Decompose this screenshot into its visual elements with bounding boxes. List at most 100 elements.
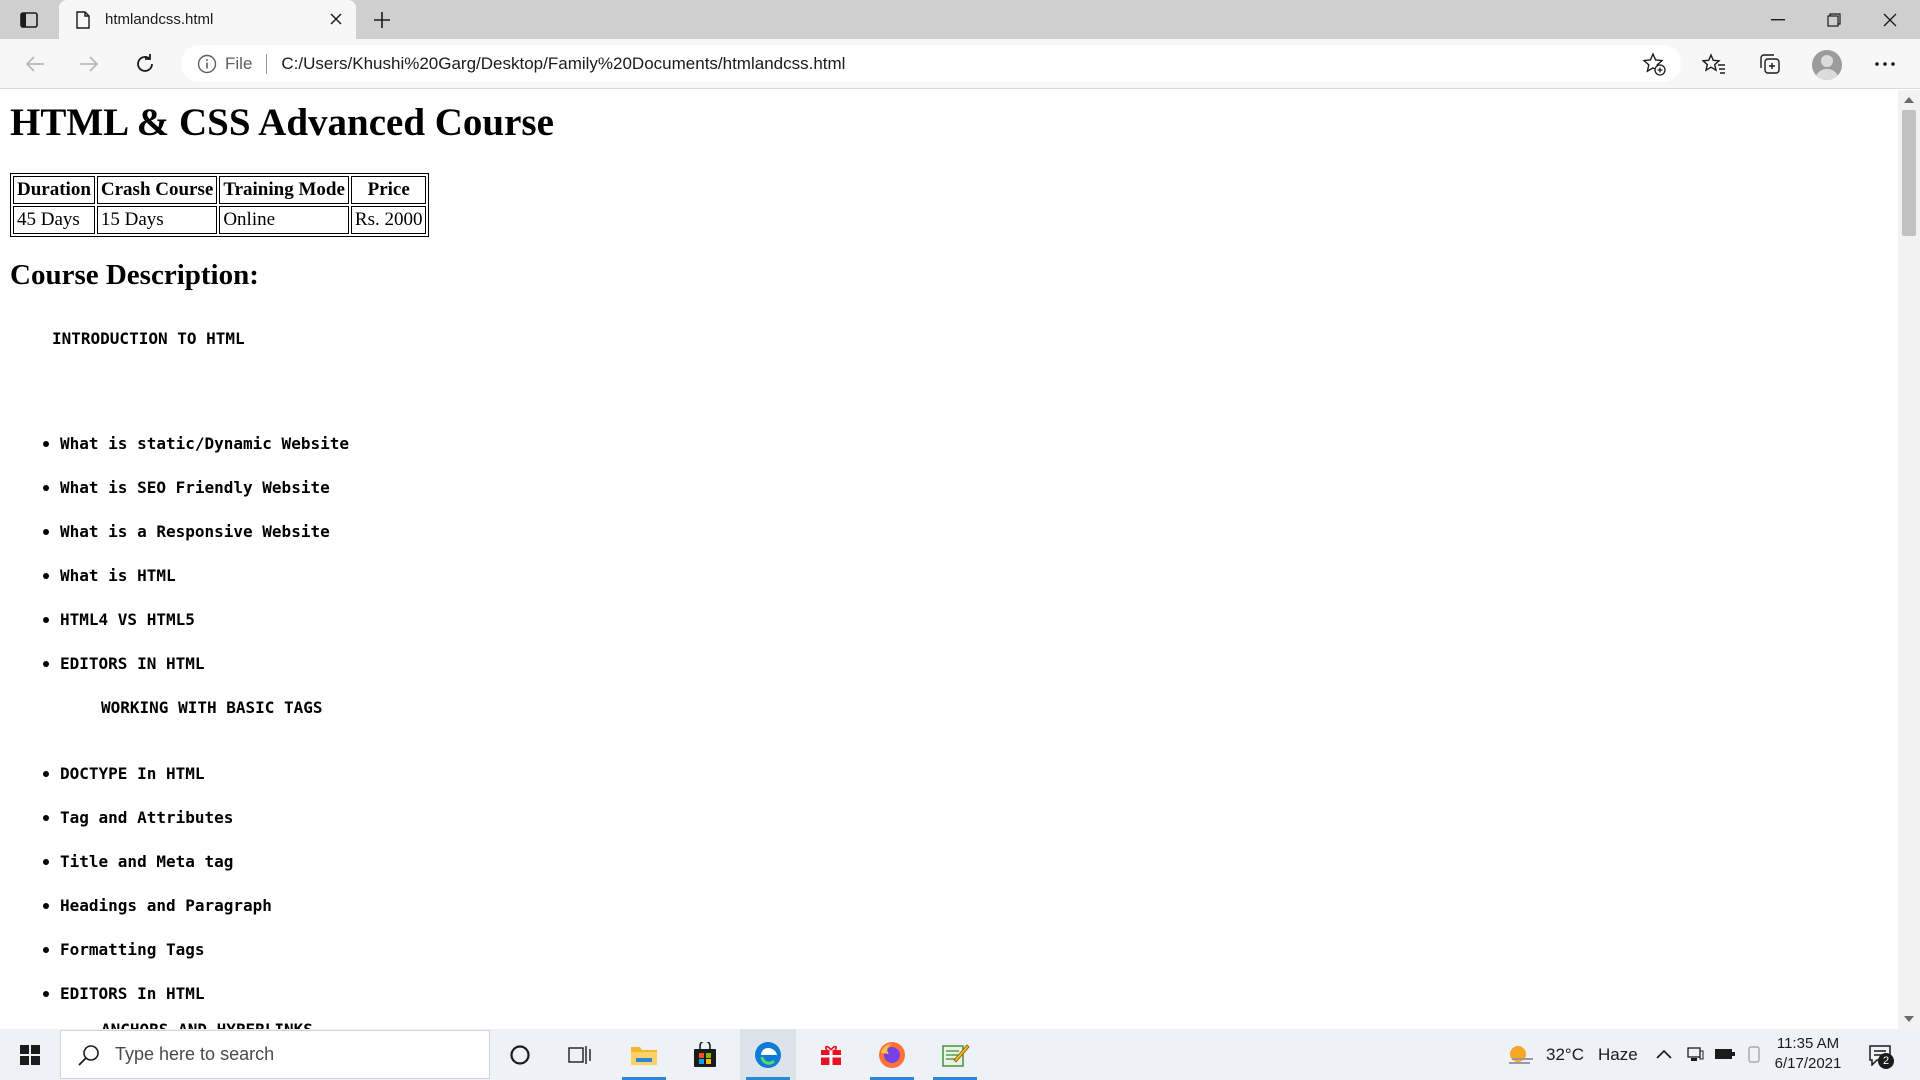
taskbar-app-file-explorer[interactable] xyxy=(616,1029,672,1080)
list-item: Title and Meta tag xyxy=(43,852,272,896)
tab-actions-icon[interactable] xyxy=(14,8,44,32)
list-item: What is SEO Friendly Website xyxy=(43,478,349,522)
collections-button[interactable] xyxy=(1753,48,1787,80)
topic-list-basic-tags: DOCTYPE In HTML Tag and Attributes Title… xyxy=(43,764,272,1028)
list-item: HTML4 VS HTML5 xyxy=(43,610,349,654)
table-row: 45 Days 15 Days Online Rs. 2000 xyxy=(13,206,427,234)
list-item: What is a Responsive Website xyxy=(43,522,349,566)
table-header-row: Duration Crash Course Training Mode Pric… xyxy=(13,176,427,204)
tab-strip: htmlandcss.html xyxy=(0,0,1920,39)
list-item: What is HTML xyxy=(43,566,349,610)
volume-icon[interactable] xyxy=(1741,1041,1767,1067)
cortana-icon xyxy=(510,1044,530,1065)
table-header-price: Price xyxy=(350,176,427,204)
search-placeholder: Type here to search xyxy=(115,1044,275,1064)
network-icon[interactable] xyxy=(1682,1041,1708,1067)
info-icon[interactable] xyxy=(197,54,217,74)
forward-button[interactable] xyxy=(72,48,106,80)
minimize-button[interactable] xyxy=(1750,0,1806,39)
windows-logo-icon xyxy=(20,1044,40,1065)
table-header-crash-course: Crash Course xyxy=(96,176,218,204)
address-bar[interactable]: File C:/Users/Khushi%20Garg/Desktop/Fami… xyxy=(181,45,1681,82)
star-plus-icon[interactable] xyxy=(1641,51,1667,77)
section-label: ANCHORS AND HYPERLINKS xyxy=(101,1020,313,1029)
scroll-up-arrow-icon[interactable] xyxy=(1898,92,1920,108)
collections-icon xyxy=(1760,54,1780,74)
tab-title: htmlandcss.html xyxy=(105,11,214,28)
profile-icon[interactable] xyxy=(1812,50,1842,80)
firefox-icon xyxy=(879,1041,905,1068)
clock-time: 11:35 AM xyxy=(1776,1035,1840,1052)
table-cell-crash-course: 15 Days xyxy=(96,206,218,234)
scroll-down-arrow-icon[interactable] xyxy=(1898,1011,1920,1027)
favorites-icon xyxy=(1702,53,1725,74)
search-icon xyxy=(77,1043,101,1067)
address-url[interactable]: C:/Users/Khushi%20Garg/Desktop/Family%20… xyxy=(281,54,845,74)
refresh-icon xyxy=(137,54,153,72)
page-title: HTML & CSS Advanced Course xyxy=(10,101,554,144)
plus-icon xyxy=(374,12,390,28)
table-cell-price: Rs. 2000 xyxy=(350,206,427,234)
list-item: Headings and Paragraph xyxy=(43,896,272,940)
weather-widget[interactable]: 32°C Haze xyxy=(1506,1029,1638,1080)
taskbar-app-gift[interactable] xyxy=(803,1029,859,1080)
taskbar-app-firefox[interactable] xyxy=(864,1029,920,1080)
address-scheme: File xyxy=(225,53,253,73)
notification-button[interactable]: 2 xyxy=(1864,1039,1896,1071)
address-separator xyxy=(266,53,268,74)
close-icon[interactable] xyxy=(326,9,346,29)
course-description-heading: Course Description: xyxy=(10,259,259,291)
taskbar-search-box[interactable]: Type here to search xyxy=(60,1030,490,1079)
list-item: What is static/Dynamic Website xyxy=(43,434,349,478)
clock-date: 6/17/2021 xyxy=(1774,1055,1842,1072)
battery-icon[interactable] xyxy=(1712,1041,1738,1067)
task-view-icon xyxy=(568,1045,591,1064)
file-explorer-icon xyxy=(631,1046,657,1065)
restore-icon xyxy=(1827,12,1841,27)
table-header-duration: Duration xyxy=(13,176,95,204)
cortana-button[interactable] xyxy=(492,1029,548,1080)
minimize-icon xyxy=(1771,18,1785,20)
store-icon xyxy=(694,1041,716,1067)
scroll-thumb[interactable] xyxy=(1902,110,1916,236)
list-item: EDITORS IN HTML xyxy=(43,654,349,698)
table-cell-duration: 45 Days xyxy=(13,206,95,234)
edge-icon xyxy=(755,1041,781,1068)
section-label: WORKING WITH BASIC TAGS xyxy=(101,698,323,717)
taskbar-app-store[interactable] xyxy=(677,1029,733,1080)
back-button[interactable] xyxy=(18,48,52,80)
weather-icon xyxy=(1509,1045,1533,1064)
browser-toolbar: File C:/Users/Khushi%20Garg/Desktop/Fami… xyxy=(0,39,1920,89)
close-window-button[interactable] xyxy=(1862,0,1918,39)
table-header-training-mode: Training Mode xyxy=(219,176,349,204)
new-tab-button[interactable] xyxy=(368,6,396,34)
notepad-icon xyxy=(942,1043,970,1067)
list-item: Tag and Attributes xyxy=(43,808,272,852)
notification-count-badge: 2 xyxy=(1878,1053,1894,1069)
taskbar-app-edge[interactable] xyxy=(740,1029,796,1080)
taskbar-app-notepad[interactable] xyxy=(927,1029,983,1080)
start-button[interactable] xyxy=(0,1029,60,1080)
refresh-button[interactable] xyxy=(128,48,162,80)
list-item: DOCTYPE In HTML xyxy=(43,764,272,808)
more-button[interactable] xyxy=(1868,48,1902,80)
close-window-icon xyxy=(1883,13,1897,26)
page-viewport: HTML & CSS Advanced Course Duration Cras… xyxy=(0,90,1898,1029)
system-clock[interactable]: 11:35 AM 6/17/2021 xyxy=(1772,1034,1844,1074)
section-label: INTRODUCTION TO HTML xyxy=(52,329,245,348)
more-icon xyxy=(1875,62,1895,66)
table-cell-training-mode: Online xyxy=(219,206,349,234)
gift-icon xyxy=(821,1045,841,1065)
page-icon xyxy=(73,9,93,31)
weather-temperature: 32°C xyxy=(1546,1044,1584,1064)
task-view-button[interactable] xyxy=(552,1029,608,1080)
windows-taskbar: Type here to search 32°C Haze 11:35 AM 6… xyxy=(0,1029,1920,1080)
restore-button[interactable] xyxy=(1806,0,1862,39)
topic-list-introduction: What is static/Dynamic Website What is S… xyxy=(43,434,349,698)
back-arrow-icon xyxy=(25,56,44,72)
favorites-button[interactable] xyxy=(1697,48,1731,80)
list-item: Formatting Tags xyxy=(43,940,272,984)
vertical-scrollbar[interactable] xyxy=(1898,90,1920,1029)
chevron-up-icon[interactable] xyxy=(1651,1041,1677,1067)
browser-tab[interactable]: htmlandcss.html xyxy=(59,0,356,39)
